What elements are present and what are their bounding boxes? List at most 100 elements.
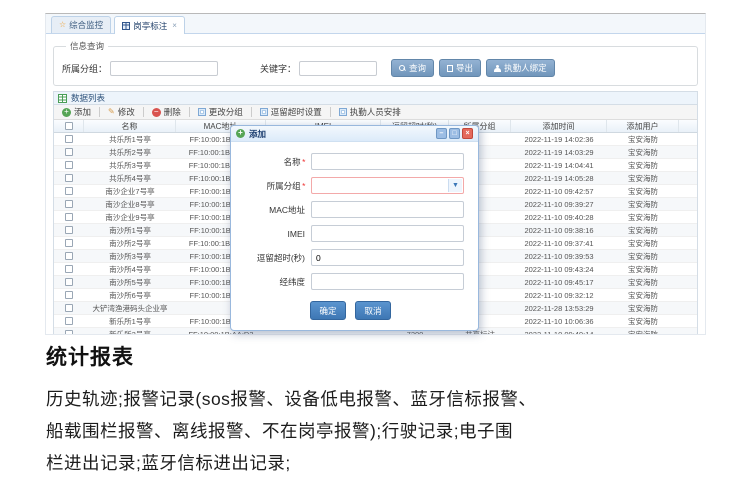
select-all-cell[interactable] [54, 120, 84, 132]
tab-monitor-label: 综合监控 [69, 19, 103, 31]
row-checkbox[interactable] [65, 187, 73, 195]
row-checkbox-cell[interactable] [54, 172, 84, 184]
page: ☆ 综合监控 岗亭标注 × 信息查询 所属分组： 关键字： [0, 0, 750, 499]
timeout-field[interactable] [311, 249, 464, 266]
minimize-icon[interactable]: – [436, 128, 447, 139]
group-select[interactable]: ▼ [311, 177, 464, 194]
row-checkbox-cell[interactable] [54, 302, 84, 314]
row-checkbox[interactable] [65, 278, 73, 286]
table-cell-time: 2022-11-10 09:49:14 [511, 328, 607, 335]
row-checkbox[interactable] [65, 239, 73, 247]
dialog-buttons: 确定 取消 [237, 301, 464, 320]
row-checkbox-cell[interactable] [54, 328, 84, 335]
maximize-icon[interactable]: □ [449, 128, 460, 139]
required-asterisk: * [302, 157, 305, 167]
row-checkbox[interactable] [65, 200, 73, 208]
row-filler [679, 185, 697, 197]
row-checkbox-cell[interactable] [54, 159, 84, 171]
export-button[interactable]: 导出 [439, 59, 481, 77]
table-cell-user: 宝安海防 [607, 289, 679, 301]
imei-field[interactable] [311, 225, 464, 242]
dialog-title-bar[interactable]: + 添加 – □ × [231, 126, 478, 142]
header-cell[interactable]: 添加用户 [607, 120, 679, 132]
row-checkbox-cell[interactable] [54, 146, 84, 158]
row-filler [679, 302, 697, 314]
panel-header: 数据列表 [54, 92, 697, 105]
table-cell-name: 南沙企业7号亭 [84, 185, 176, 197]
duty-arrange-button[interactable]: 执勤人员安排 [334, 105, 406, 119]
search-button[interactable]: 查询 [391, 59, 434, 77]
table-cell-user: 宝安海防 [607, 172, 679, 184]
row-checkbox[interactable] [65, 304, 73, 312]
name-field[interactable] [311, 153, 464, 170]
row-checkbox-cell[interactable] [54, 198, 84, 210]
row-checkbox[interactable] [65, 148, 73, 156]
add-button[interactable]: + 添加 [57, 105, 96, 119]
row-checkbox-cell[interactable] [54, 237, 84, 249]
search-button-label: 查询 [409, 62, 426, 74]
row-checkbox[interactable] [65, 174, 73, 182]
close-icon[interactable]: × [462, 128, 473, 139]
tab-monitor[interactable]: ☆ 综合监控 [51, 16, 111, 33]
query-fieldset: 信息查询 所属分组： 关键字： 查询 导出 [53, 40, 698, 86]
header-cell[interactable]: 名称 [84, 120, 176, 132]
close-tab-icon[interactable]: × [172, 21, 177, 30]
header-cell[interactable]: 添加时间 [511, 120, 607, 132]
table-cell-name: 大铲湾渔港码头企业亭 [84, 302, 176, 314]
duty-bind-button[interactable]: 执勤人绑定 [486, 59, 555, 77]
row-checkbox-cell[interactable] [54, 315, 84, 327]
imei-label: IMEI [237, 229, 311, 239]
row-filler [679, 133, 697, 145]
field-row-imei: IMEI [237, 225, 464, 242]
delete-icon: − [152, 108, 161, 117]
row-checkbox-cell[interactable] [54, 250, 84, 262]
row-checkbox[interactable] [65, 135, 73, 143]
table-cell-name: 南沙所5号亭 [84, 276, 176, 288]
dialog-body: 名称* 所属分组* ▼ MAC地址 IMEI 逗留超时(秒) [231, 142, 478, 330]
table-cell-user: 宝安海防 [607, 211, 679, 223]
row-filler [679, 172, 697, 184]
mac-field[interactable] [311, 201, 464, 218]
table-cell-time: 2022-11-19 14:03:29 [511, 146, 607, 158]
row-checkbox[interactable] [65, 265, 73, 273]
table-cell-name: 共乐所3号亭 [84, 159, 176, 171]
row-checkbox-cell[interactable] [54, 133, 84, 145]
row-checkbox[interactable] [65, 330, 73, 335]
cancel-button[interactable]: 取消 [355, 301, 391, 320]
row-filler [679, 263, 697, 275]
row-checkbox[interactable] [65, 291, 73, 299]
table-cell-time: 2022-11-10 09:40:28 [511, 211, 607, 223]
row-checkbox-cell[interactable] [54, 289, 84, 301]
row-checkbox[interactable] [65, 213, 73, 221]
toolbar-separator [99, 107, 100, 117]
change-group-label: 更改分组 [209, 106, 243, 118]
row-checkbox-cell[interactable] [54, 211, 84, 223]
chevron-down-icon[interactable]: ▼ [448, 179, 462, 192]
row-checkbox[interactable] [65, 252, 73, 260]
row-checkbox-cell[interactable] [54, 185, 84, 197]
edit-button[interactable]: ✎ 修改 [103, 105, 140, 119]
row-checkbox[interactable] [65, 317, 73, 325]
row-checkbox-cell[interactable] [54, 263, 84, 275]
table-cell-name: 南沙所2号亭 [84, 237, 176, 249]
row-checkbox-cell[interactable] [54, 224, 84, 236]
delete-button[interactable]: − 删除 [147, 105, 186, 119]
group-input[interactable] [110, 61, 218, 76]
field-row-coords: 经纬度 [237, 273, 464, 290]
select-all-checkbox[interactable] [65, 122, 73, 130]
table-cell-name: 南沙所6号亭 [84, 289, 176, 301]
timeout-label: 逗留超时(秒) [237, 252, 311, 264]
row-checkbox-cell[interactable] [54, 276, 84, 288]
row-checkbox[interactable] [65, 161, 73, 169]
ok-button[interactable]: 确定 [310, 301, 346, 320]
row-checkbox[interactable] [65, 226, 73, 234]
coords-field[interactable] [311, 273, 464, 290]
change-group-button[interactable]: 更改分组 [193, 105, 248, 119]
tab-booth-annotation[interactable]: 岗亭标注 × [114, 16, 185, 34]
table-cell-user: 宝安海防 [607, 302, 679, 314]
table-cell-time: 2022-11-19 14:04:41 [511, 159, 607, 171]
toolbar-separator [143, 107, 144, 117]
keyword-input[interactable] [299, 61, 377, 76]
timeout-setting-button[interactable]: 逗留超时设置 [255, 105, 327, 119]
table-cell-user: 宝安海防 [607, 159, 679, 171]
